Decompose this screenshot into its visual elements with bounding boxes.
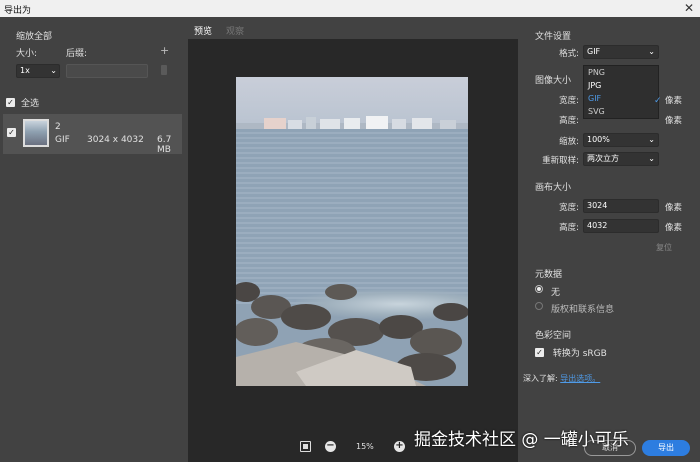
format-option-gif[interactable]: GIF [588,94,601,103]
export-button[interactable]: 导出 [642,440,690,456]
canvas-size-header: 画布大小 [535,183,572,193]
image-size-header: 图像大小 [535,76,572,86]
width-unit: 像素 [665,96,683,106]
height-unit: 像素 [665,116,683,126]
canvas-width-input[interactable]: 3024 [583,199,659,213]
file-settings-header: 文件设置 [535,32,572,42]
format-option-svg[interactable]: SVG [588,107,605,116]
learn-more: 深入了解: 导出选项。 [523,373,600,384]
canvas-width-unit: 像素 [665,203,683,213]
chevron-down-icon: ⌄ [648,47,655,56]
zoom-out-icon[interactable]: − [325,441,336,452]
file-name: 2 [55,122,61,132]
convert-srgb-label: 转换为 sRGB [552,349,607,359]
format-label: 格式: [559,49,579,59]
title-bar: 导出为 ✕ [0,0,700,17]
settings-panel: 文件设置 格式: GIF ⌄ 图像大小 宽度: 像素 高度: 像素 PNG JP… [519,17,700,462]
file-checkbox[interactable]: ✓ [7,128,16,137]
file-thumbnail [23,119,49,147]
canvas-width-label: 宽度: [559,203,579,213]
window-title: 导出为 [4,6,32,16]
add-scale-icon[interactable]: + [160,44,169,57]
metadata-none-label: 无 [551,288,561,298]
reset-button[interactable]: 复位 [656,242,680,255]
format-dropdown: PNG JPG GIF SVG ✓ [583,65,662,119]
resample-label: 重新取样: [542,156,579,166]
preview-panel: 预览 观察 − 15% + [188,17,518,462]
canvas-height-unit: 像素 [665,223,683,233]
scale-select[interactable]: 1x ⌄ [16,64,60,78]
file-dimensions: 3024 x 4032 [87,135,144,145]
suffix-label: 后缀: [66,49,88,59]
canvas-height-label: 高度: [559,223,579,233]
checkbox-icon: ✓ [6,98,15,107]
select-all-label: 全选 [21,99,40,109]
metadata-header: 元数据 [535,270,563,280]
watermark: 掘金技术社区 @ 一罐小可乐 [414,430,629,450]
scale-label: 缩放: [559,137,579,147]
size-label: 大小: [16,49,38,59]
check-icon: ✓ [654,96,662,106]
resample-select[interactable]: 两次立方 ⌄ [583,152,659,166]
file-size: 6.7 MB [157,135,172,155]
scale-value: 1x [20,66,30,75]
learn-more-label: 深入了解: [523,374,558,383]
zoom-in-icon[interactable]: + [394,441,405,452]
scale-all-header: 缩放全部 [16,32,53,42]
close-icon[interactable]: ✕ [684,1,694,15]
width-label: 宽度: [559,96,579,106]
format-option-jpg[interactable]: JPG [588,81,601,90]
scale-value: 100% [587,135,610,144]
suffix-input[interactable] [66,64,148,78]
format-select[interactable]: GIF ⌄ [583,45,659,59]
chevron-down-icon: ⌄ [648,135,655,144]
zoom-value: 15% [356,442,374,451]
tab-preview[interactable]: 预览 [194,24,213,40]
metadata-copyright-label: 版权和联系信息 [551,305,615,315]
checkbox-icon: ✓ [535,348,544,357]
left-panel: 缩放全部 大小: 后缀: + 1x ⌄ ✓ 全选 ✓ 2 GIF 3024 x 4… [0,17,187,462]
height-label: 高度: [559,116,579,126]
metadata-copyright-radio[interactable] [535,302,543,310]
crop-icon[interactable] [300,441,311,452]
resample-value: 两次立方 [587,154,619,163]
preview-image [236,77,468,386]
metadata-none-radio[interactable] [535,285,543,293]
select-all-checkbox[interactable]: ✓ 全选 [6,96,39,109]
color-space-header: 色彩空间 [535,331,572,341]
file-row[interactable]: ✓ 2 GIF 3024 x 4032 6.7 MB [3,114,182,155]
file-type: GIF [55,135,70,145]
tab-compare[interactable]: 观察 [226,24,244,37]
scale-select[interactable]: 100% ⌄ [583,133,659,147]
convert-srgb-checkbox[interactable]: ✓ 转换为 sRGB [535,346,607,359]
canvas-height-input[interactable]: 4032 [583,219,659,233]
format-value: GIF [587,47,601,56]
chevron-down-icon: ⌄ [648,154,655,163]
format-option-png[interactable]: PNG [588,68,605,77]
preview-canvas[interactable]: − 15% + [188,39,518,462]
trash-icon[interactable] [161,65,167,75]
chevron-down-icon: ⌄ [50,66,57,75]
export-options-link[interactable]: 导出选项。 [560,374,600,383]
